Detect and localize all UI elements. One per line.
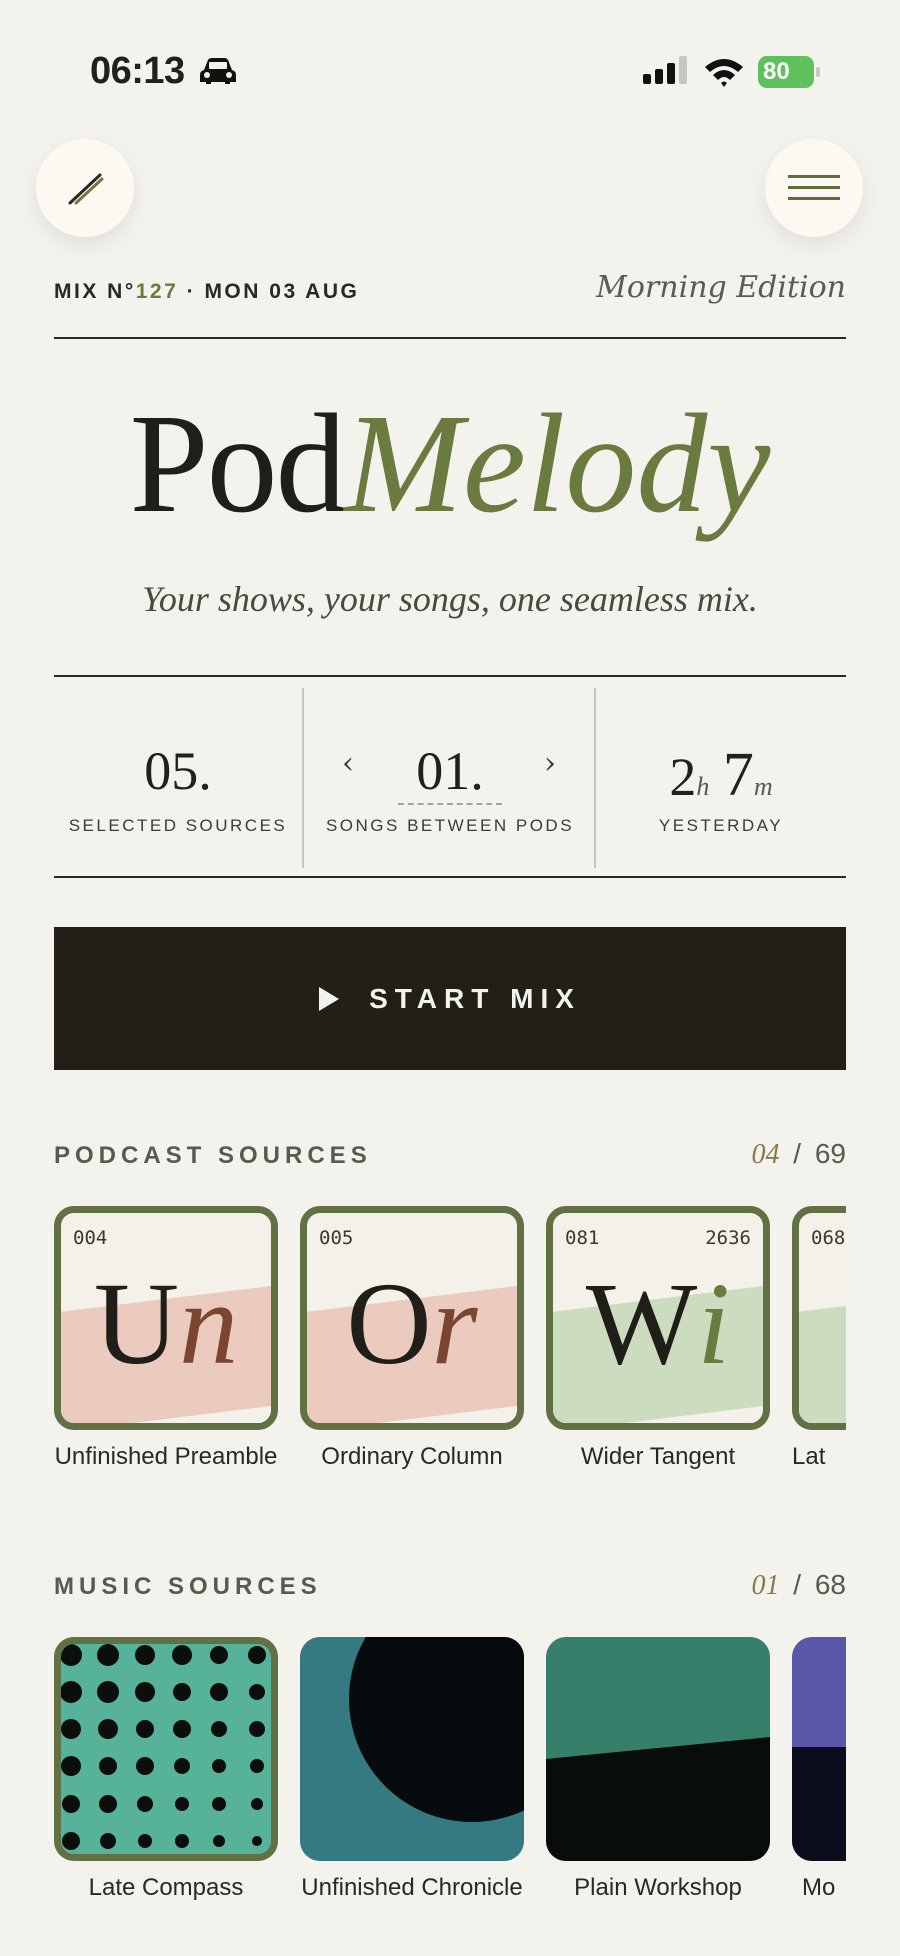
pen-icon (68, 173, 104, 205)
podcast-code: 068 (811, 1227, 846, 1249)
moon-artwork (349, 1637, 524, 1822)
podcast-episode-count: 2636 (705, 1227, 751, 1249)
count-separator: / (793, 1569, 802, 1600)
hours-unit: h (696, 772, 710, 801)
music-sources-title: MUSIC SOURCES (54, 1573, 322, 1600)
music-artwork (54, 1637, 278, 1861)
podcast-name: Unfinished Preamble (54, 1443, 278, 1470)
duration-hours: 2 (669, 747, 697, 807)
podcast-code: 081 (565, 1227, 600, 1249)
count-separator: / (793, 1138, 802, 1169)
music-sources-count: 01 / 68 (752, 1569, 847, 1602)
selected-sources-label: SELECTED SOURCES (68, 816, 288, 835)
stats-panel: 05. SELECTED SOURCES 01. SONGS BETWEEN P… (54, 676, 846, 878)
battery-tip (816, 67, 820, 77)
music-name: Late Compass (88, 1874, 244, 1901)
podcast-selected-count: 04 (751, 1139, 780, 1170)
header-rule (54, 337, 846, 339)
podcast-name: Ordinary Column (321, 1443, 503, 1470)
podcast-monogram: Or (307, 1265, 517, 1383)
monogram-lower: n (179, 1258, 239, 1389)
mix-prefix: MIX N° (54, 280, 136, 303)
monogram-upper: U (93, 1258, 180, 1389)
edition-label: Morning Edition (596, 270, 846, 305)
monogram-lower: i (697, 1258, 731, 1389)
logo-word-pod: Pod (129, 384, 347, 542)
music-selected-count: 01 (751, 1570, 780, 1601)
start-mix-label: START MIX (369, 982, 581, 1014)
dots-artwork (61, 1644, 266, 1850)
music-total-count: 68 (814, 1569, 846, 1600)
mix-date: · MON 03 AUG (178, 280, 360, 303)
cellular-signal-icon (643, 56, 687, 84)
songs-value-underline (398, 803, 502, 805)
podcast-tile: 004 Un (54, 1206, 278, 1430)
stat-yesterday-time: 2h 7m YESTERDAY (596, 676, 846, 878)
stat-selected-sources[interactable]: 05. SELECTED SOURCES (54, 676, 302, 878)
podcast-name: Wider Tangent (580, 1443, 736, 1470)
music-name: Mo (802, 1874, 836, 1901)
horizon-artwork (546, 1737, 770, 1861)
violet-artwork (792, 1747, 846, 1861)
podcast-code: 005 (319, 1227, 354, 1249)
status-bar: 06:13 80 (0, 0, 900, 120)
yesterday-duration: 2h 7m (596, 740, 846, 811)
podcast-total-count: 69 (814, 1138, 846, 1169)
start-mix-button[interactable]: START MIX (54, 927, 846, 1070)
increase-songs-button[interactable]: › (544, 746, 556, 781)
monogram-lower: r (431, 1258, 478, 1389)
app-logo: PodMelody (0, 392, 900, 534)
battery-level: 80 (758, 56, 814, 88)
music-name: Unfinished Chronicle (301, 1874, 523, 1901)
status-time: 06:13 (90, 50, 185, 92)
edit-button[interactable] (36, 139, 134, 237)
songs-between-pods-label: SONGS BETWEEN PODS (325, 816, 575, 835)
music-artwork (546, 1637, 770, 1861)
minutes-unit: m (753, 772, 773, 801)
tagline: Your shows, your songs, one seamless mix… (142, 579, 758, 619)
music-name: Plain Workshop (574, 1874, 742, 1901)
mix-number: 127 (135, 280, 179, 303)
music-artwork (792, 1637, 846, 1861)
play-icon (319, 986, 340, 1011)
stats-bottom-rule (54, 876, 846, 878)
music-carousel[interactable]: Late Compass Unfinished Chronicle Plain … (54, 1637, 846, 1937)
podcast-carousel[interactable]: 004 Un Unfinished Preamble 005 Or Ordina… (54, 1206, 846, 1506)
hamburger-menu-icon (788, 175, 840, 200)
podcast-monogram: Wi (553, 1265, 763, 1383)
battery-indicator: 80 (758, 56, 820, 88)
yesterday-label: YESTERDAY (658, 816, 784, 835)
monogram-upper: W (585, 1258, 698, 1389)
wifi-icon (705, 59, 743, 87)
logo-word-melody: Melody (344, 384, 771, 542)
tile-fill (799, 1284, 846, 1423)
car-icon (200, 58, 236, 84)
podcast-tile: 005 Or (300, 1206, 524, 1430)
podcast-sources-title: PODCAST SOURCES (54, 1142, 372, 1169)
monogram-upper: O (346, 1258, 432, 1389)
music-artwork (300, 1637, 524, 1861)
duration-minutes: 7 (722, 741, 754, 809)
decrease-songs-button[interactable]: ‹ (342, 746, 354, 781)
podcast-tile: 081 2636 Wi (546, 1206, 770, 1430)
podcast-monogram: Un (61, 1265, 271, 1383)
podcast-tile: 068 (792, 1206, 846, 1430)
selected-sources-value: 05. (144, 741, 212, 801)
menu-button[interactable] (765, 139, 863, 237)
podcast-sources-count: 04 / 69 (752, 1138, 847, 1171)
podcast-name: Lat (792, 1443, 826, 1470)
mix-meta: MIX N°127 · MON 03 AUG (54, 280, 359, 304)
podcast-code: 004 (73, 1227, 108, 1249)
